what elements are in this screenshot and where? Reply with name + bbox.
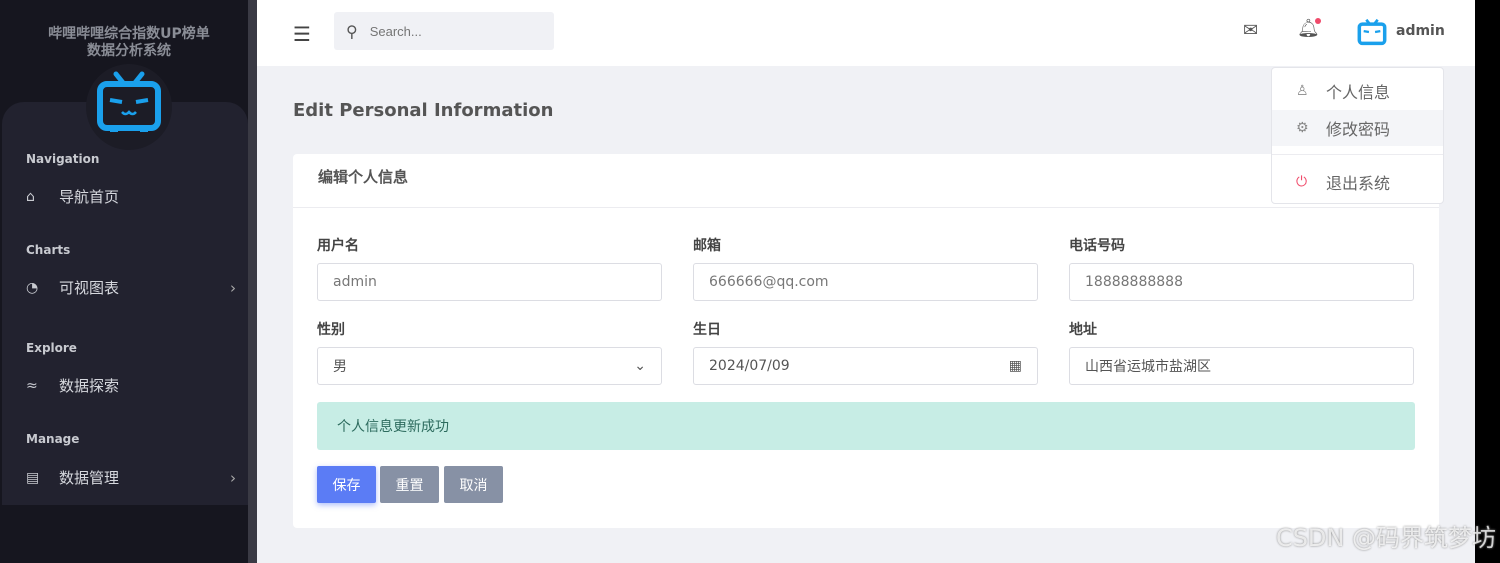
- chevron-right-icon: ›: [230, 278, 236, 297]
- search-icon: ⚲: [346, 21, 358, 41]
- section-charts: Charts: [26, 243, 71, 257]
- sidebar-item-explore[interactable]: ≈ 数据探索: [26, 375, 236, 396]
- gender-select[interactable]: 男 ⌄: [317, 347, 662, 385]
- calendar-icon[interactable]: ▦: [1009, 358, 1022, 374]
- document-icon: ▤: [26, 469, 40, 486]
- birthday-label: 生日: [693, 322, 721, 338]
- phone-label: 电话号码: [1069, 238, 1125, 254]
- search-box[interactable]: ⚲: [334, 12, 554, 50]
- menu-item-logout[interactable]: ⏻ 退出系统: [1272, 164, 1443, 200]
- user-icon: ♙: [1296, 83, 1309, 99]
- avatar[interactable]: [1357, 18, 1387, 46]
- bilibili-logo-icon: [97, 71, 161, 132]
- sidebar-item-charts[interactable]: ◔ 可视图表 ›: [26, 277, 236, 298]
- address-input[interactable]: 山西省运城市盐湖区: [1069, 347, 1414, 385]
- menu-icon[interactable]: ☰: [293, 22, 311, 46]
- divider: [1272, 154, 1443, 155]
- chevron-right-icon: ›: [230, 468, 236, 487]
- home-icon: ⌂: [26, 188, 35, 205]
- username-input[interactable]: admin: [317, 263, 662, 301]
- phone-input[interactable]: 18888888888: [1069, 263, 1414, 301]
- section-navigation: Navigation: [26, 152, 100, 166]
- topbar: ☰ ⚲ ✉ 🔔︎ admin: [257, 0, 1475, 66]
- pie-chart-icon: ◔: [26, 279, 39, 296]
- sidebar-item-manage[interactable]: ▤ 数据管理 ›: [26, 467, 236, 488]
- gender-label: 性别: [317, 322, 345, 338]
- cancel-button[interactable]: 取消: [444, 466, 503, 503]
- address-label: 地址: [1069, 322, 1097, 338]
- username-label: 用户名: [317, 238, 359, 254]
- sidebar: 哔哩哔哩综合指数UP榜单 数据分析系统 Navigation ⌂ 导航首页 Char…: [0, 0, 248, 563]
- page-title: Edit Personal Information: [293, 100, 554, 121]
- save-button[interactable]: 保存: [317, 466, 376, 503]
- birthday-input[interactable]: 2024/07/09 ▦: [693, 347, 1038, 385]
- sidebar-item-home[interactable]: ⌂ 导航首页: [26, 186, 236, 207]
- email-label: 邮箱: [693, 238, 721, 254]
- trend-icon: ≈: [26, 377, 38, 394]
- mail-icon[interactable]: ✉: [1243, 20, 1258, 41]
- menu-item-profile[interactable]: ♙ 个人信息: [1272, 73, 1443, 109]
- notification-dot: [1315, 18, 1321, 24]
- power-icon: ⏻: [1296, 174, 1308, 190]
- user-dropdown: ♙ 个人信息 ⚙ 修改密码 ⏻ 退出系统: [1271, 67, 1444, 204]
- card-title: 编辑个人信息: [293, 154, 1439, 208]
- search-input[interactable]: [369, 23, 530, 39]
- section-explore: Explore: [26, 341, 77, 355]
- email-input[interactable]: 666666@qq.com: [693, 263, 1038, 301]
- sidebar-scrollbar[interactable]: [248, 0, 257, 563]
- menu-item-change-password[interactable]: ⚙ 修改密码: [1272, 110, 1443, 146]
- section-manage: Manage: [26, 432, 80, 446]
- watermark: CSDN @码界筑梦坊: [1275, 524, 1496, 552]
- reset-button[interactable]: 重置: [380, 466, 439, 503]
- app-title: 哔哩哔哩综合指数UP榜单 数据分析系统: [48, 26, 210, 59]
- edit-card: 编辑个人信息 用户名 admin 邮箱 666666@qq.com 电话号码 1…: [293, 154, 1439, 528]
- success-alert: 个人信息更新成功: [317, 402, 1415, 450]
- username[interactable]: admin: [1396, 23, 1445, 39]
- gear-icon: ⚙: [1296, 120, 1309, 136]
- chevron-down-icon: ⌄: [634, 358, 646, 374]
